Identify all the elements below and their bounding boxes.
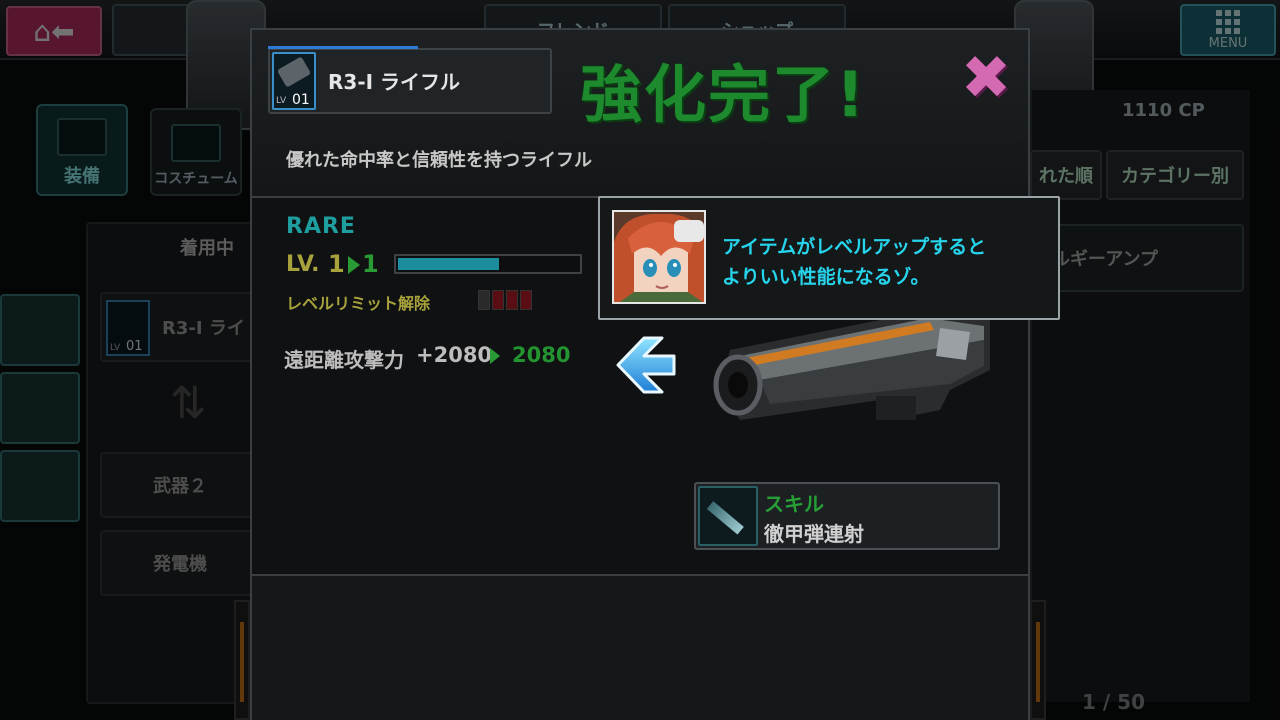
character-portrait [612, 210, 706, 304]
equipped-item-lv-label: LV [110, 343, 121, 353]
equip-tab[interactable]: 装備 [36, 104, 128, 196]
limit-break-slot [506, 290, 518, 310]
level-label: LV. [286, 252, 320, 277]
skill-name: 徹甲弾連射 [764, 522, 864, 546]
character-category-icon[interactable] [0, 450, 80, 522]
sort-category-button[interactable]: カテゴリー別 [1106, 150, 1244, 200]
box-icon [57, 118, 107, 156]
page-counter: 1 / 50 [1082, 690, 1145, 714]
weapon2-label: 武器２ [153, 476, 207, 497]
rifle-item-icon: LV 01 [272, 52, 316, 110]
home-icon: ⌂ [33, 14, 52, 48]
limit-break-slot [492, 290, 504, 310]
sort-newest-label: れた順 [1039, 166, 1093, 187]
right-rail [1030, 600, 1046, 720]
equipped-item-icon: LV 01 [106, 300, 150, 356]
item-description: 優れた命中率と信頼性を持つライフル [286, 150, 592, 171]
swap-icon: ⇅ [170, 378, 207, 429]
limit-break-label: レベルリミット解除 [286, 294, 431, 313]
rifle-artwork [713, 310, 990, 420]
limit-break-slot [478, 290, 490, 310]
dialog-line-2: よりいい性能になるゾ。 [722, 266, 930, 288]
item-lv-label: LV [276, 96, 287, 106]
item-name: R3-I ライフル [328, 70, 461, 94]
costume-icon [171, 124, 221, 162]
limit-break-slot [520, 290, 532, 310]
home-back-button[interactable]: ⌂ ⬅ [6, 6, 102, 56]
modal-footer-area [252, 576, 1028, 720]
arrow-left-icon [616, 336, 676, 394]
character-portrait-art [614, 212, 704, 302]
rarity-label: RARE [286, 214, 356, 239]
weapon2-slot[interactable]: 武器２ [100, 452, 260, 518]
dialog-line-1: アイテムがレベルアップすると [722, 236, 987, 258]
level-after: 1 [362, 250, 379, 278]
equipped-header: 着用中 [180, 238, 234, 259]
generator-slot[interactable]: 発電機 [100, 530, 260, 596]
inventory-list-item[interactable]: ルギーアンプ [1040, 224, 1244, 292]
menu-label: MENU [1208, 36, 1248, 51]
equipped-item-level: 01 [126, 339, 143, 354]
costume-tab[interactable]: コスチューム [150, 108, 242, 196]
piercing-shot-icon [698, 486, 758, 546]
cp-counter: 1110 CP [1122, 100, 1205, 121]
stat-arrow-icon [490, 348, 500, 364]
equip-tab-label: 装備 [64, 166, 100, 187]
level-arrow-icon [348, 256, 360, 274]
sort-newest-button[interactable]: れた順 [1030, 150, 1102, 200]
left-rail [234, 600, 250, 720]
menu-button[interactable]: MENU [1180, 4, 1276, 56]
sort-category-label: カテゴリー別 [1121, 166, 1229, 187]
stat-bonus: +2080 [416, 343, 493, 367]
armor-category-icon[interactable] [0, 372, 80, 444]
costume-tab-label: コスチューム [154, 171, 238, 187]
close-icon: ✖ [960, 43, 1012, 113]
stat-label: 遠距離攻撃力 [284, 348, 404, 372]
grid-icon [1216, 10, 1240, 34]
upgrade-complete-title: 強化完了! [580, 58, 867, 131]
skill-label: スキル [764, 492, 824, 516]
inventory-list-item-name: ルギーアンプ [1052, 249, 1159, 270]
xp-bar-fill [398, 258, 499, 270]
item-level: 01 [292, 92, 310, 108]
generator-label: 発電機 [153, 554, 207, 575]
stat-result: 2080 [512, 343, 571, 367]
equipped-item-name: R3-I ライ [162, 318, 245, 339]
rifle-icon [276, 56, 312, 88]
level-before: 1 [328, 250, 345, 278]
close-button[interactable]: ✖ [960, 48, 1012, 108]
weapon-category-icon[interactable] [0, 294, 80, 366]
back-arrow-icon: ⬅ [51, 14, 75, 48]
